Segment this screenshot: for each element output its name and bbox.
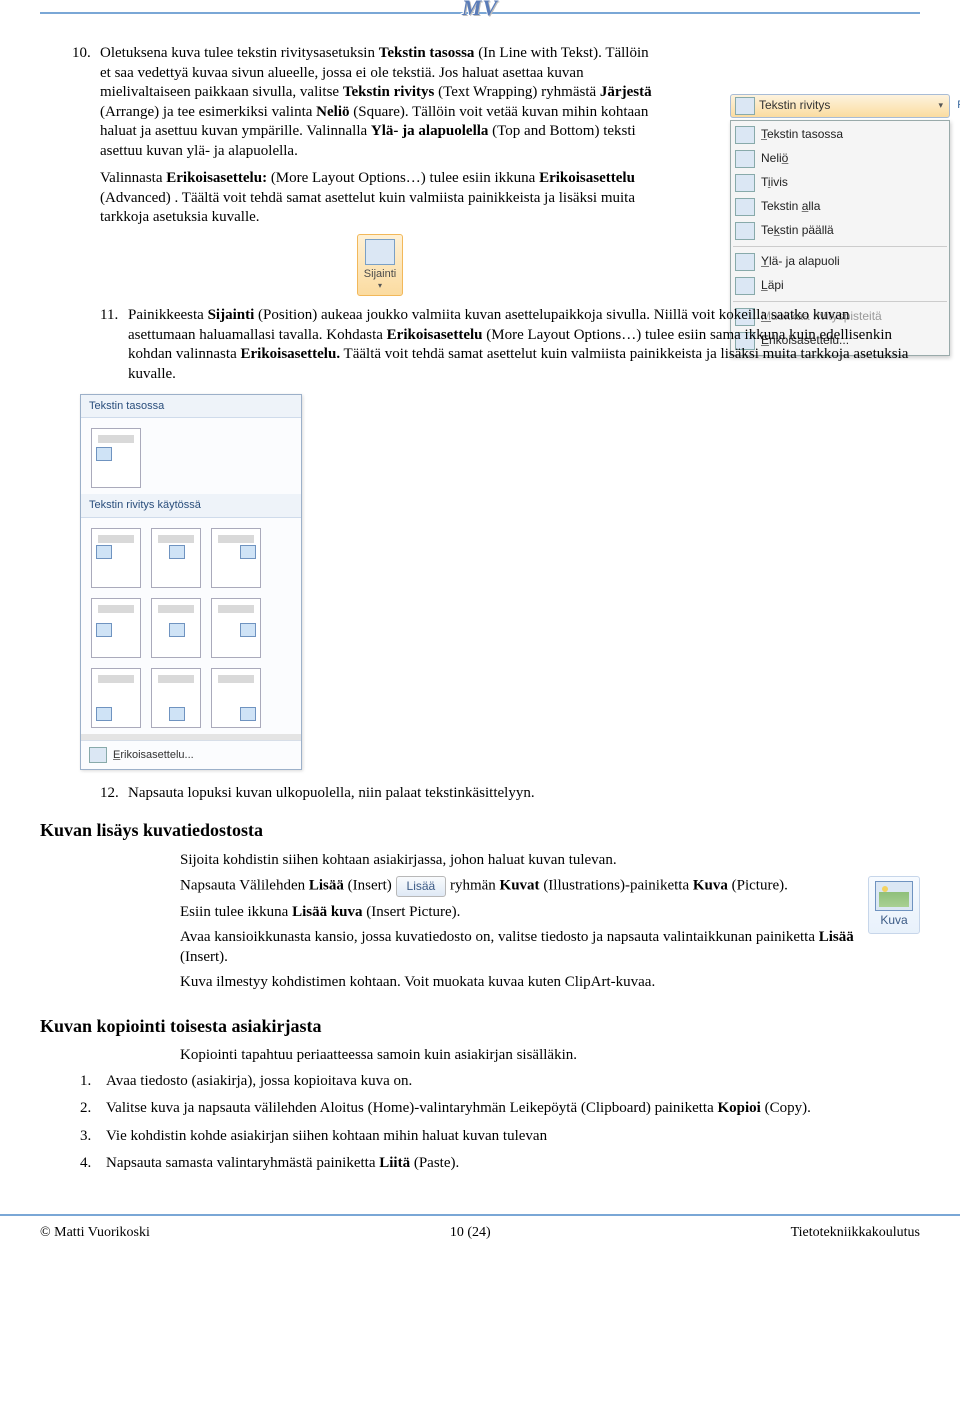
- picture-icon: [875, 881, 913, 911]
- position-thumb[interactable]: [91, 428, 141, 488]
- logo: MV: [462, 0, 498, 23]
- step-3: 3.Vie kohdistin kohde asiakirjan siihen …: [80, 1127, 920, 1147]
- position-thumb[interactable]: [211, 668, 261, 728]
- chevron-down-icon: ▾: [936, 100, 945, 112]
- step-2: 2.Valitse kuva ja napsauta välilehden Al…: [80, 1099, 920, 1119]
- position-thumb[interactable]: [91, 528, 141, 588]
- insert-tab[interactable]: Lisää: [396, 876, 447, 897]
- position-thumb[interactable]: [91, 598, 141, 658]
- list-item-11: 11. Painikkeesta Sijainti (Position) auk…: [100, 306, 910, 384]
- morelayout-icon: [89, 747, 107, 763]
- footer-page: 10 (24): [450, 1224, 491, 1242]
- position-icon: [365, 239, 395, 265]
- gallery-more-layout[interactable]: Erikoisasettelu...: [81, 740, 301, 769]
- chevron-down-icon: ▾: [364, 281, 396, 291]
- section-insert-body: Sijoita kohdistin siihen kohtaan asiakir…: [180, 851, 920, 999]
- position-thumb[interactable]: [211, 598, 261, 658]
- gallery-header-wrapping: Tekstin rivitys käytössä: [81, 494, 301, 517]
- picture-button[interactable]: Kuva: [868, 876, 920, 934]
- position-thumb[interactable]: [151, 528, 201, 588]
- page-footer: © Matti Vuorikoski 10 (24) Tietotekniikk…: [0, 1214, 960, 1258]
- step-1: 1.Avaa tiedosto (asiakirja), jossa kopio…: [80, 1072, 920, 1092]
- position-gallery: Tekstin tasossa Tekstin rivitys käytössä…: [80, 394, 302, 770]
- position-thumb[interactable]: [151, 668, 201, 728]
- heading-insert-from-file: Kuvan lisäys kuvatiedostosta: [40, 819, 920, 842]
- footer-author: © Matti Vuorikoski: [40, 1224, 150, 1242]
- position-thumb[interactable]: [91, 668, 141, 728]
- position-button[interactable]: Sijainti ▾: [357, 234, 403, 297]
- position-thumb[interactable]: [151, 598, 201, 658]
- copy-intro: Kopiointi tapahtuu periaatteessa samoin …: [180, 1046, 920, 1066]
- list-item-10: 10. Oletuksena kuva tulee tekstin rivity…: [100, 44, 660, 296]
- footer-course: Tietotekniikkakoulutus: [791, 1224, 920, 1242]
- gallery-header-inline: Tekstin tasossa: [81, 395, 301, 418]
- position-thumb[interactable]: [211, 528, 261, 588]
- step-4: 4.Napsauta samasta valintaryhmästä paini…: [80, 1154, 920, 1174]
- list-item-12: 12. Napsauta lopuksi kuvan ulkopuolella,…: [100, 784, 920, 804]
- heading-copy-from-doc: Kuvan kopiointi toisesta asiakirjasta: [40, 1015, 920, 1038]
